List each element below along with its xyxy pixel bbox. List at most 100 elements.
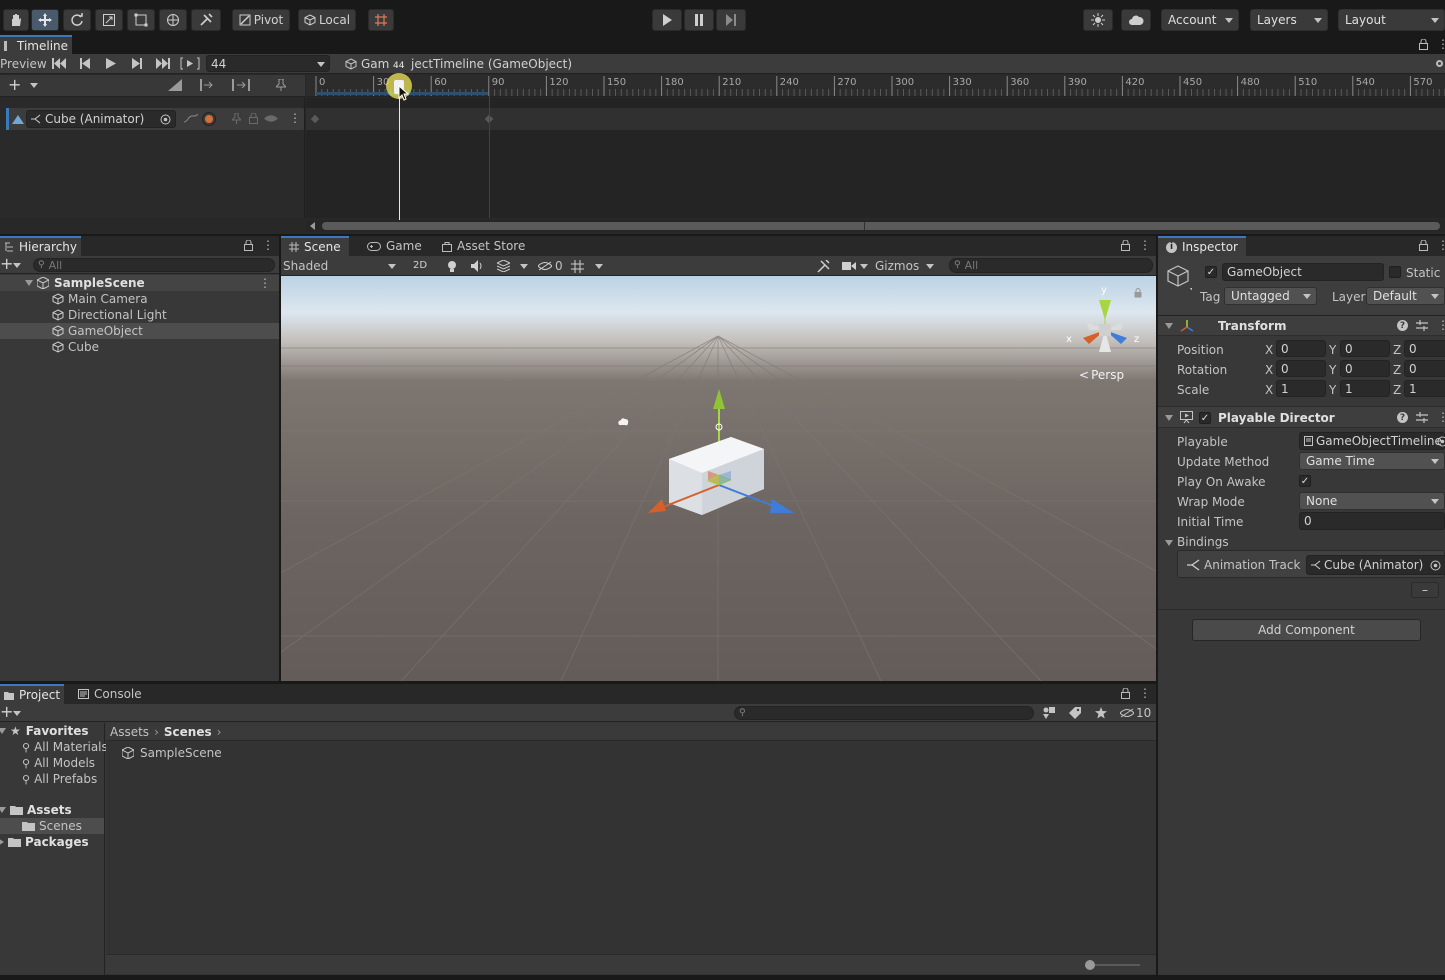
next-frame-icon[interactable]	[132, 58, 142, 69]
favorite-star-icon[interactable]	[1095, 707, 1107, 719]
x-field[interactable]: 0	[1276, 340, 1326, 357]
play-on-awake-checkbox[interactable]: ✓	[1299, 475, 1311, 487]
cloud-button[interactable]	[1121, 9, 1151, 31]
hierarchy-item[interactable]: Cube	[0, 339, 279, 355]
track-lock-icon[interactable]	[249, 113, 258, 124]
kebab-menu-icon[interactable]: ⋮	[1437, 319, 1445, 331]
toggle-2d-button[interactable]: 2D	[407, 257, 433, 274]
object-picker-icon[interactable]	[160, 114, 171, 125]
track-pin-icon[interactable]	[232, 113, 241, 124]
chevron-down-icon[interactable]	[13, 262, 21, 268]
binding-object-field[interactable]: Cube (Animator)	[1306, 555, 1445, 575]
light-gizmo-icon[interactable]	[617, 417, 629, 427]
hand-tool-button[interactable]	[3, 9, 29, 31]
object-picker-icon[interactable]	[1430, 560, 1441, 571]
pin-icon[interactable]	[276, 79, 286, 91]
favorites-row[interactable]: ★ Favorites	[0, 723, 104, 739]
kebab-menu-icon[interactable]: ⋮	[262, 239, 274, 251]
local-toggle[interactable]: Local	[298, 9, 356, 31]
icon-size-slider-thumb[interactable]	[1085, 960, 1095, 970]
scene-row[interactable]: SampleScene ⋮	[0, 275, 279, 291]
file-item[interactable]: SampleScene	[122, 745, 222, 761]
animation-track-header[interactable]: Cube (Animator) ⋮	[6, 108, 304, 130]
tag-dropdown[interactable]: Untagged	[1224, 287, 1317, 305]
foldout-arrow-icon[interactable]	[25, 280, 33, 286]
x-field[interactable]: 0	[1276, 360, 1326, 377]
record-button[interactable]	[202, 112, 216, 126]
camera-icon[interactable]	[842, 261, 856, 271]
scale-tool-button[interactable]	[95, 9, 123, 31]
foldout-arrow-icon[interactable]	[1165, 415, 1173, 421]
scenes-folder-row[interactable]: Scenes	[0, 818, 104, 834]
timeline-scrollbar[interactable]	[306, 220, 1445, 232]
scene-viewport[interactable]: x y z < Persp	[281, 276, 1156, 681]
preset-sliders-icon[interactable]	[1416, 320, 1428, 331]
lock-icon[interactable]	[1121, 240, 1130, 251]
active-checkbox[interactable]: ✓	[1205, 266, 1217, 278]
layout-dropdown[interactable]: Layout	[1338, 9, 1445, 31]
pause-button[interactable]	[684, 9, 714, 31]
track-clips-area[interactable]	[306, 76, 1445, 218]
account-dropdown[interactable]: Account	[1161, 9, 1239, 31]
lighting-bulb-icon[interactable]	[447, 260, 457, 273]
assets-row[interactable]: Assets	[0, 802, 104, 818]
playable-field[interactable]: GameObjectTimeline	[1299, 432, 1445, 450]
hidden-objects-icon[interactable]	[538, 261, 552, 271]
foldout-arrow-icon[interactable]	[0, 728, 6, 734]
audio-speaker-icon[interactable]	[471, 260, 484, 272]
tab-inspector[interactable]: i Inspector	[1158, 236, 1246, 256]
kebab-menu-icon[interactable]: ⋮	[1139, 687, 1151, 699]
snap-to-frame-icon[interactable]	[200, 79, 216, 91]
favorite-item[interactable]: ⚲ All Prefabs	[0, 771, 104, 787]
curve-toggle-icon[interactable]	[184, 114, 198, 124]
project-search-input[interactable]: ⚲	[734, 706, 1034, 720]
wrap-mode-dropdown[interactable]: None	[1299, 492, 1445, 510]
gizmos-dropdown[interactable]: Gizmos	[873, 257, 939, 274]
collab-button[interactable]	[1083, 9, 1113, 31]
track-mute-eye-icon[interactable]	[264, 114, 278, 123]
frame-field[interactable]: 44	[206, 55, 330, 72]
add-component-button[interactable]: Add Component	[1192, 619, 1421, 641]
tools-icon[interactable]	[817, 260, 830, 273]
scroll-left-icon[interactable]	[310, 222, 315, 230]
lock-icon[interactable]	[1419, 39, 1428, 50]
layer-dropdown[interactable]: Default	[1366, 287, 1445, 305]
search-by-type-icon[interactable]	[1043, 707, 1056, 719]
update-method-dropdown[interactable]: Game Time	[1299, 452, 1445, 470]
remove-binding-button[interactable]: –	[1411, 582, 1439, 598]
y-field[interactable]: 0	[1340, 340, 1390, 357]
tab-timeline[interactable]: Timeline	[0, 35, 73, 54]
foldout-arrow-icon[interactable]	[1165, 540, 1173, 546]
tab-game[interactable]: Game	[359, 236, 430, 256]
timeline-asset-suffix[interactable]: jectTimeline (GameObject)	[411, 58, 572, 70]
lock-icon[interactable]	[1121, 688, 1130, 699]
object-picker-icon[interactable]	[1437, 436, 1445, 447]
cube-object[interactable]	[636, 381, 806, 531]
grid-snap-button[interactable]	[368, 9, 394, 31]
scene-search-input[interactable]: ⚲ All	[949, 258, 1153, 273]
hidden-packages-icon[interactable]	[1120, 708, 1134, 718]
create-button[interactable]: +	[0, 256, 13, 272]
play-button[interactable]	[652, 9, 682, 31]
step-button[interactable]	[716, 9, 746, 31]
lock-icon[interactable]	[1419, 240, 1428, 251]
timeline-play-icon[interactable]	[106, 58, 116, 69]
gameobject-cube-icon[interactable]	[1166, 264, 1192, 290]
help-icon[interactable]: ?	[1397, 320, 1408, 331]
preset-sliders-icon[interactable]	[1416, 412, 1428, 423]
kebab-menu-icon[interactable]: ⋮	[1139, 239, 1151, 251]
prev-frame-icon[interactable]	[80, 58, 90, 69]
scrollbar-thumb[interactable]	[322, 222, 1440, 230]
kebab-menu-icon[interactable]: ⋮	[1437, 239, 1445, 251]
hierarchy-search-input[interactable]: ⚲ All	[33, 258, 275, 272]
chevron-down-icon[interactable]	[520, 263, 528, 269]
z-field[interactable]: 1	[1404, 380, 1445, 397]
hierarchy-item-selected[interactable]: GameObject	[0, 323, 279, 339]
custom-tool-button[interactable]	[191, 9, 221, 31]
chevron-down-icon[interactable]	[30, 83, 38, 88]
tab-console[interactable]: Console	[70, 684, 150, 704]
x-field[interactable]: 1	[1276, 380, 1326, 397]
help-icon[interactable]: ?	[1397, 412, 1408, 423]
transform-tool-button[interactable]	[159, 9, 187, 31]
kebab-menu-icon[interactable]: ⋮	[1437, 38, 1445, 50]
